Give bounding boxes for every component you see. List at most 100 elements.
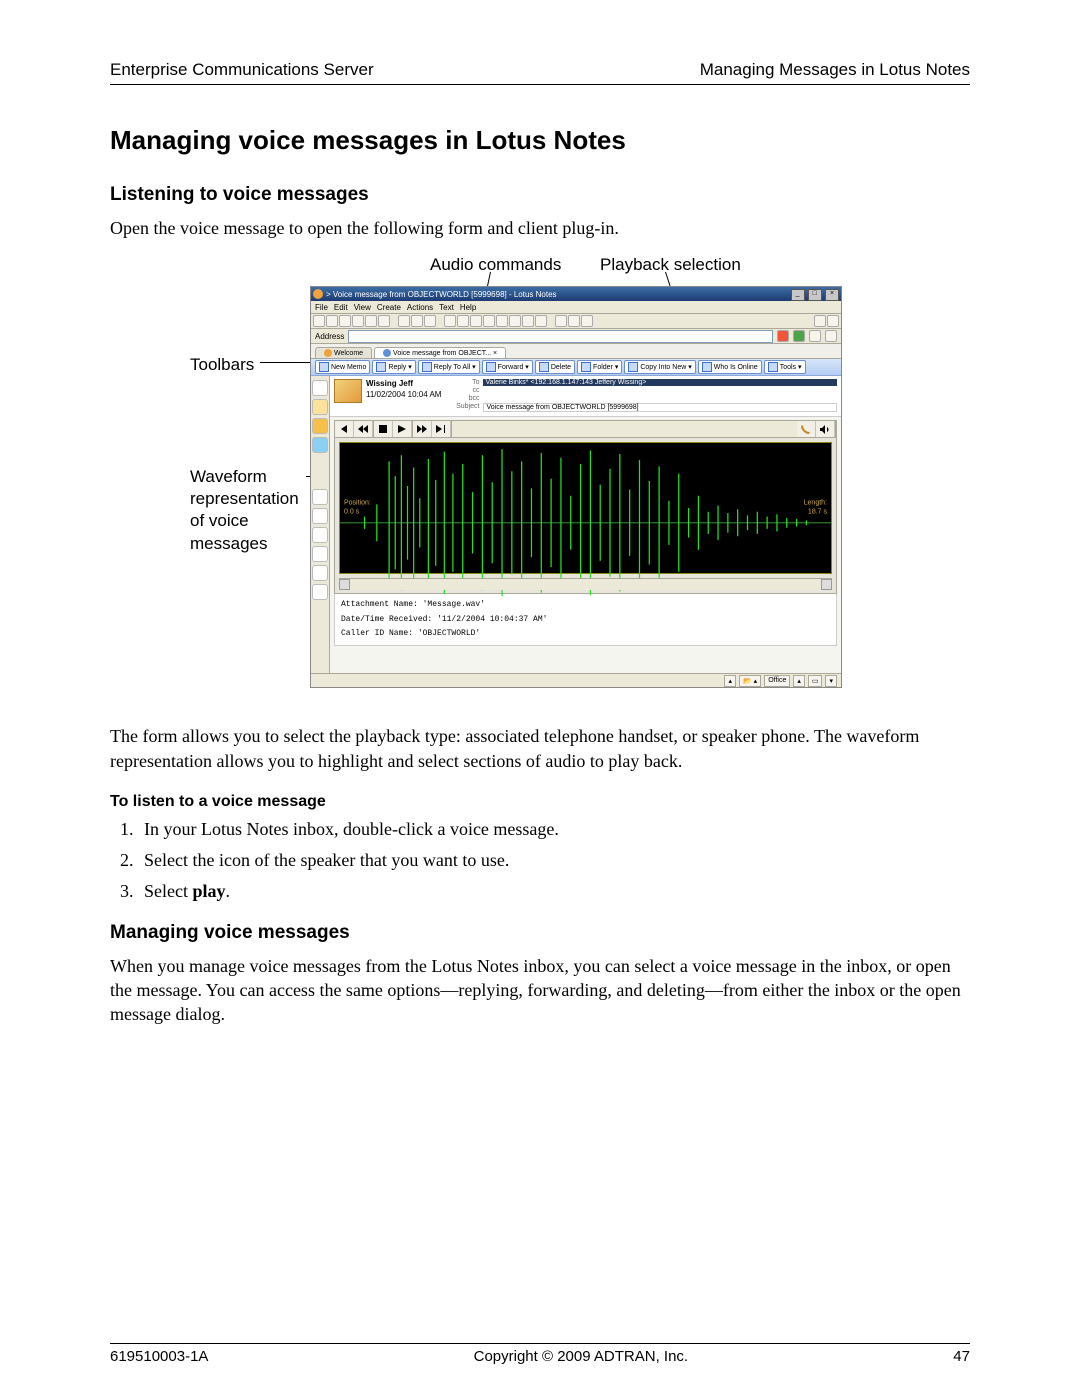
figure-container: Audio commands Playback selection Toolba…: [110, 254, 970, 694]
toolbar-icon[interactable]: [522, 315, 534, 327]
toolbar-icon[interactable]: [581, 315, 593, 327]
status-segment: 📂 ▴: [739, 675, 761, 687]
callout-playback-selection: Playback selection: [600, 254, 741, 276]
sec2-para: When you manage voice messages from the …: [110, 954, 970, 1027]
toolbar-icon[interactable]: [457, 315, 469, 327]
tools-button[interactable]: Tools ▾: [764, 360, 806, 374]
sidebar-icon[interactable]: [312, 380, 328, 396]
toolbar-icon[interactable]: [339, 315, 351, 327]
tab-voice-message[interactable]: Voice message from OBJECT... ×: [374, 347, 506, 358]
message-panel: Wissing Jeff 11/02/2004 10:04 AM ToValer…: [330, 376, 841, 679]
reply-all-button[interactable]: Reply To All ▾: [418, 360, 480, 374]
toolbar-icon[interactable]: [424, 315, 436, 327]
waveform-scrollbar[interactable]: [339, 578, 832, 590]
waveform-display[interactable]: Position: 0.0 s Length: 18.7 s: [339, 442, 832, 574]
skip-end-button[interactable]: [432, 421, 451, 437]
play-button[interactable]: [393, 421, 412, 437]
sent-date: 11/02/2004 10:04 AM: [366, 390, 441, 400]
left-sidebar: [311, 376, 330, 679]
audio-player: Position: 0.0 s Length: 18.7 s: [334, 420, 837, 594]
phone-playback-button[interactable]: [797, 421, 816, 437]
toolbar-icon[interactable]: [470, 315, 482, 327]
delete-button[interactable]: Delete: [535, 360, 575, 374]
sidebar-icon[interactable]: [312, 527, 328, 543]
page: Enterprise Communications Server Managin…: [0, 0, 1080, 1397]
toolbar-icon[interactable]: [483, 315, 495, 327]
sidebar-icon[interactable]: [312, 508, 328, 524]
toolbar-icon[interactable]: [568, 315, 580, 327]
menu-file[interactable]: File: [315, 303, 328, 312]
attachment-line: Date/Time Received: '11/2/2004 10:04:37 …: [341, 613, 830, 627]
copy-into-new-button[interactable]: Copy Into New ▾: [624, 360, 695, 374]
menu-view[interactable]: View: [354, 303, 371, 312]
toolbar-icon[interactable]: [496, 315, 508, 327]
toolbar-icon[interactable]: [444, 315, 456, 327]
toolbar-icon[interactable]: [313, 315, 325, 327]
address-field[interactable]: [348, 330, 773, 343]
menu-actions[interactable]: Actions: [407, 303, 433, 312]
toolbar-icon[interactable]: [352, 315, 364, 327]
toolbar-icon[interactable]: [827, 315, 839, 327]
tab-welcome[interactable]: Welcome: [315, 347, 372, 358]
menu-help[interactable]: Help: [460, 303, 476, 312]
position-value: 0.0 s: [344, 508, 371, 516]
section-heading: Managing voice messages in Lotus Notes: [110, 125, 970, 156]
maximize-button[interactable]: □: [808, 289, 822, 301]
screenshot-body: Wissing Jeff 11/02/2004 10:04 AM ToValer…: [311, 376, 841, 679]
speaker-playback-button[interactable]: [816, 421, 835, 437]
toolbar-icon[interactable]: [809, 330, 821, 342]
steps-list: In your Lotus Notes inbox, double-click …: [110, 819, 970, 902]
position-label: Position:: [344, 500, 371, 508]
window-buttons: _ □ ×: [790, 288, 839, 301]
forward-button[interactable]: [413, 421, 432, 437]
go-icon[interactable]: [793, 330, 805, 342]
sidebar-icon[interactable]: [312, 489, 328, 505]
toolbar-icon[interactable]: [398, 315, 410, 327]
skip-start-button[interactable]: [335, 421, 354, 437]
menu-text[interactable]: Text: [439, 303, 454, 312]
toolbar-icon[interactable]: [326, 315, 338, 327]
subject-label: Subject: [449, 403, 479, 412]
sidebar-icon[interactable]: [312, 418, 328, 434]
status-segment: ▭: [808, 675, 823, 687]
step-item: In your Lotus Notes inbox, double-click …: [138, 819, 970, 840]
after-figure-para: The form allows you to select the playba…: [110, 724, 970, 773]
menu-create[interactable]: Create: [377, 303, 401, 312]
toolbar-icon[interactable]: [365, 315, 377, 327]
window-title: > Voice message from OBJECTWORLD [599969…: [326, 290, 557, 299]
stop-button[interactable]: [374, 421, 393, 437]
rewind-button[interactable]: [354, 421, 373, 437]
sender-name: Wissing Jeff: [366, 379, 441, 389]
new-memo-button[interactable]: New Memo: [315, 360, 370, 374]
toolbar-icon[interactable]: [535, 315, 547, 327]
toolbar-icon[interactable]: [378, 315, 390, 327]
sidebar-icon[interactable]: [312, 565, 328, 581]
toolbar-icon[interactable]: [411, 315, 423, 327]
page-header: Enterprise Communications Server Managin…: [110, 60, 970, 85]
who-is-online-button[interactable]: Who Is Online: [698, 360, 762, 374]
mail-icon: [383, 349, 391, 357]
step-text: .: [226, 881, 231, 901]
stop-icon[interactable]: [777, 330, 789, 342]
sidebar-icon[interactable]: [312, 399, 328, 415]
folder-button[interactable]: Folder ▾: [577, 360, 622, 374]
toolbar-icon[interactable]: [555, 315, 567, 327]
step-text-bold: play: [192, 881, 225, 901]
toolbar-icon[interactable]: [509, 315, 521, 327]
toolbar-icon[interactable]: [814, 315, 826, 327]
sidebar-icon[interactable]: [312, 437, 328, 453]
sidebar-icon[interactable]: [312, 584, 328, 600]
close-button[interactable]: ×: [825, 289, 839, 301]
reply-button[interactable]: Reply ▾: [372, 360, 415, 374]
forward-button[interactable]: Forward ▾: [482, 360, 533, 374]
menu-edit[interactable]: Edit: [334, 303, 348, 312]
minimize-button[interactable]: _: [791, 289, 805, 301]
step-item: Select the icon of the speaker that you …: [138, 850, 970, 871]
sidebar-icon[interactable]: [312, 546, 328, 562]
menu-bar: File Edit View Create Actions Text Help: [311, 301, 841, 314]
cc-value: [483, 387, 837, 394]
toolbar-icon[interactable]: [825, 330, 837, 342]
envelope-icon: [334, 379, 362, 403]
howto-heading: To listen to a voice message: [110, 793, 970, 811]
sub-heading-listening: Listening to voice messages: [110, 184, 970, 206]
